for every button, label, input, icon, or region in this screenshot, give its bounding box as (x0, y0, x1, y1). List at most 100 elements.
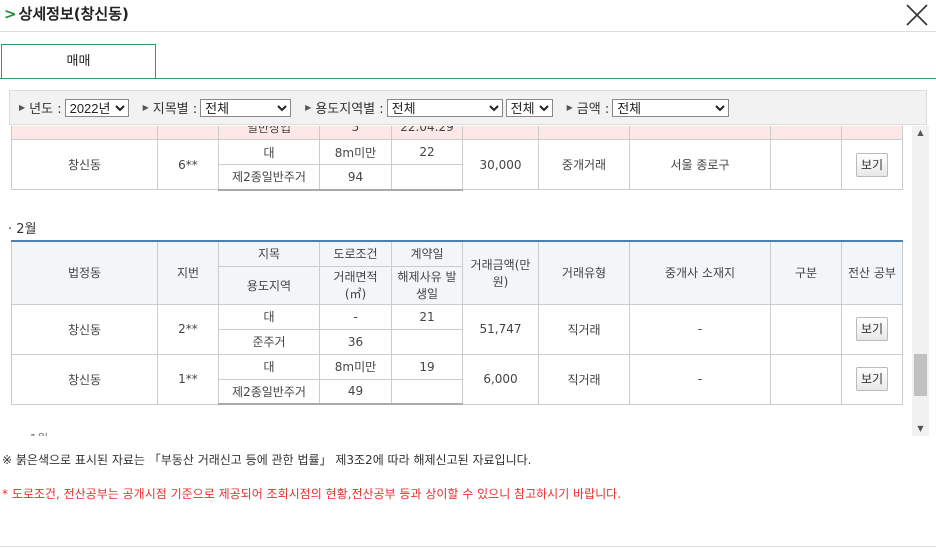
triangle-right-icon: ▶ (19, 103, 26, 112)
zone-cell: 준주거 (218, 328, 320, 355)
zone-sub-select[interactable]: 전체 (505, 98, 553, 117)
amount-select[interactable]: 전체 (612, 98, 730, 117)
area-cell: 94 (319, 164, 392, 191)
window-title: > 상세정보(창신동) (4, 3, 129, 24)
cancel-cell (391, 164, 463, 191)
view-button[interactable]: 보기 (856, 317, 888, 341)
dong-cell: 창신동 (11, 303, 158, 355)
cancel-cell (391, 328, 463, 355)
price-cell: 30,000 (462, 139, 539, 190)
header-agent: 중개사 소재지 (629, 240, 771, 305)
header-contract: 계약일 (391, 240, 463, 267)
table-row: 창신동 6** 대 8m미만 22 30,000 중개거래 서울 종로구 보기 (11, 139, 903, 190)
zone-cell: 일반상업 (218, 126, 320, 140)
zone-select[interactable]: 전체 (386, 98, 503, 117)
header-road: 도로조건 (319, 240, 392, 267)
agent-cell: 서울 종로구 (629, 139, 771, 190)
scroll-down-icon[interactable]: ▼ (912, 422, 929, 436)
agent-cell: - (629, 303, 771, 355)
tab-underline (0, 78, 936, 79)
road-cell: 8m미만 (319, 139, 392, 165)
table-row: 창신동 2** 대 - 21 51,747 직거래 - 보기 (11, 303, 903, 355)
area-cell: 5 (319, 126, 392, 140)
amount-filter-label: 금액 : (576, 102, 610, 117)
results-table-previous: 일반상업 5 22.04.29 창신동 6** 대 8m미만 22 30,000… (11, 126, 903, 191)
year-filter-label: 년도 : (29, 102, 62, 117)
bottom-divider (0, 546, 936, 547)
header-jibun: 지번 (157, 240, 219, 305)
table-cell (770, 126, 842, 140)
contract-day-cell: 19 (391, 353, 463, 380)
price-cell: 6,000 (462, 353, 539, 405)
table-cell (629, 126, 771, 140)
header-dong: 법정동 (11, 240, 158, 305)
header-gubun: 구분 (770, 240, 842, 305)
gubun-cell (770, 303, 842, 355)
table-cell (841, 126, 903, 140)
scrollbar[interactable]: ▲ ▼ (912, 126, 929, 436)
tab-trade-label: 매매 (66, 54, 91, 69)
year-select[interactable]: 2022년 (64, 98, 129, 117)
header-price: 거래금액(만원) (462, 240, 539, 305)
road-cell: 8m미만 (319, 353, 392, 380)
year-filter: ▶ 년도 : 2022년 (19, 98, 129, 117)
gongbu-cell: 보기 (841, 139, 903, 190)
jimok-cell: 대 (218, 353, 320, 380)
gubun-cell (770, 353, 842, 405)
jibun-cell: 6** (157, 139, 219, 190)
type-cell: 직거래 (538, 303, 630, 355)
price-cell: 51,747 (462, 303, 539, 355)
tab-trade[interactable]: 매매 (1, 44, 156, 79)
jimok-cell: 대 (218, 303, 320, 330)
jimok-cell: 대 (218, 139, 320, 165)
dong-cell: 창신동 (11, 139, 158, 190)
table-row-cancelled: 일반상업 5 22.04.29 (11, 126, 903, 140)
triangle-right-icon: ▶ (142, 103, 149, 112)
title-bar: > 상세정보(창신동) (0, 0, 936, 32)
table-cell (11, 126, 158, 140)
gubun-cell (770, 139, 842, 190)
type-cell: 직거래 (538, 353, 630, 405)
agent-cell: - (629, 353, 771, 405)
clipped-month-heading: · 1월 (22, 430, 48, 436)
close-icon[interactable] (905, 3, 929, 27)
type-cell: 중개거래 (538, 139, 630, 190)
jibun-cell: 1** (157, 353, 219, 405)
contract-day-cell: 21 (391, 303, 463, 330)
header-gongbu: 전산 공부 (841, 240, 903, 305)
window-title-text: 상세정보(창신동) (18, 5, 129, 23)
chevron-right-icon: > (4, 4, 17, 23)
zone-cell: 제2종일반주거 (218, 378, 320, 405)
scrollbar-thumb[interactable] (914, 354, 927, 396)
triangle-right-icon: ▶ (305, 103, 312, 112)
dong-cell: 창신동 (11, 353, 158, 405)
month-heading-label: 2월 (16, 222, 37, 237)
header-zone: 용도지역 (218, 265, 320, 305)
table-header-row: 법정동 지번 지목 도로조건 계약일 거래금액(만원) 거래유형 중개사 소재지… (11, 240, 903, 305)
view-button[interactable]: 보기 (856, 152, 888, 177)
scroll-up-icon[interactable]: ▲ (912, 126, 929, 140)
jimok-select[interactable]: 전체 (200, 98, 292, 117)
header-cancel: 해제사유 발생일 (391, 265, 463, 305)
filter-bar: ▶ 년도 : 2022년 ▶ 지목별 : 전체 ▶ 용도지역별 : 전체 전체 … (9, 90, 927, 125)
month-heading: · 2월 (8, 222, 37, 237)
header-jimok: 지목 (218, 240, 320, 267)
view-button[interactable]: 보기 (856, 367, 888, 391)
table-cell (462, 126, 539, 140)
gongbu-cell: 보기 (841, 353, 903, 405)
table-row: 창신동 1** 대 8m미만 19 6,000 직거래 - 보기 (11, 353, 903, 405)
zone-cell: 제2종일반주거 (218, 164, 320, 191)
triangle-right-icon: ▶ (566, 103, 573, 112)
contract-day-cell: 22 (391, 139, 463, 165)
jimok-filter-label: 지목별 : (152, 102, 198, 117)
cancel-cell (391, 378, 463, 405)
zone-filter: ▶ 용도지역별 : 전체 전체 (305, 98, 553, 117)
header-type: 거래유형 (538, 240, 630, 305)
date-cell: 22.04.29 (391, 126, 463, 140)
results-scroll-area[interactable]: 일반상업 5 22.04.29 창신동 6** 대 8m미만 22 30,000… (0, 126, 929, 436)
amount-filter: ▶ 금액 : 전체 (567, 98, 730, 117)
table-cell (157, 126, 219, 140)
zone-filter-label: 용도지역별 : (315, 102, 384, 117)
area-cell: 49 (319, 378, 392, 405)
header-area: 거래면적 (㎡) (319, 265, 392, 305)
